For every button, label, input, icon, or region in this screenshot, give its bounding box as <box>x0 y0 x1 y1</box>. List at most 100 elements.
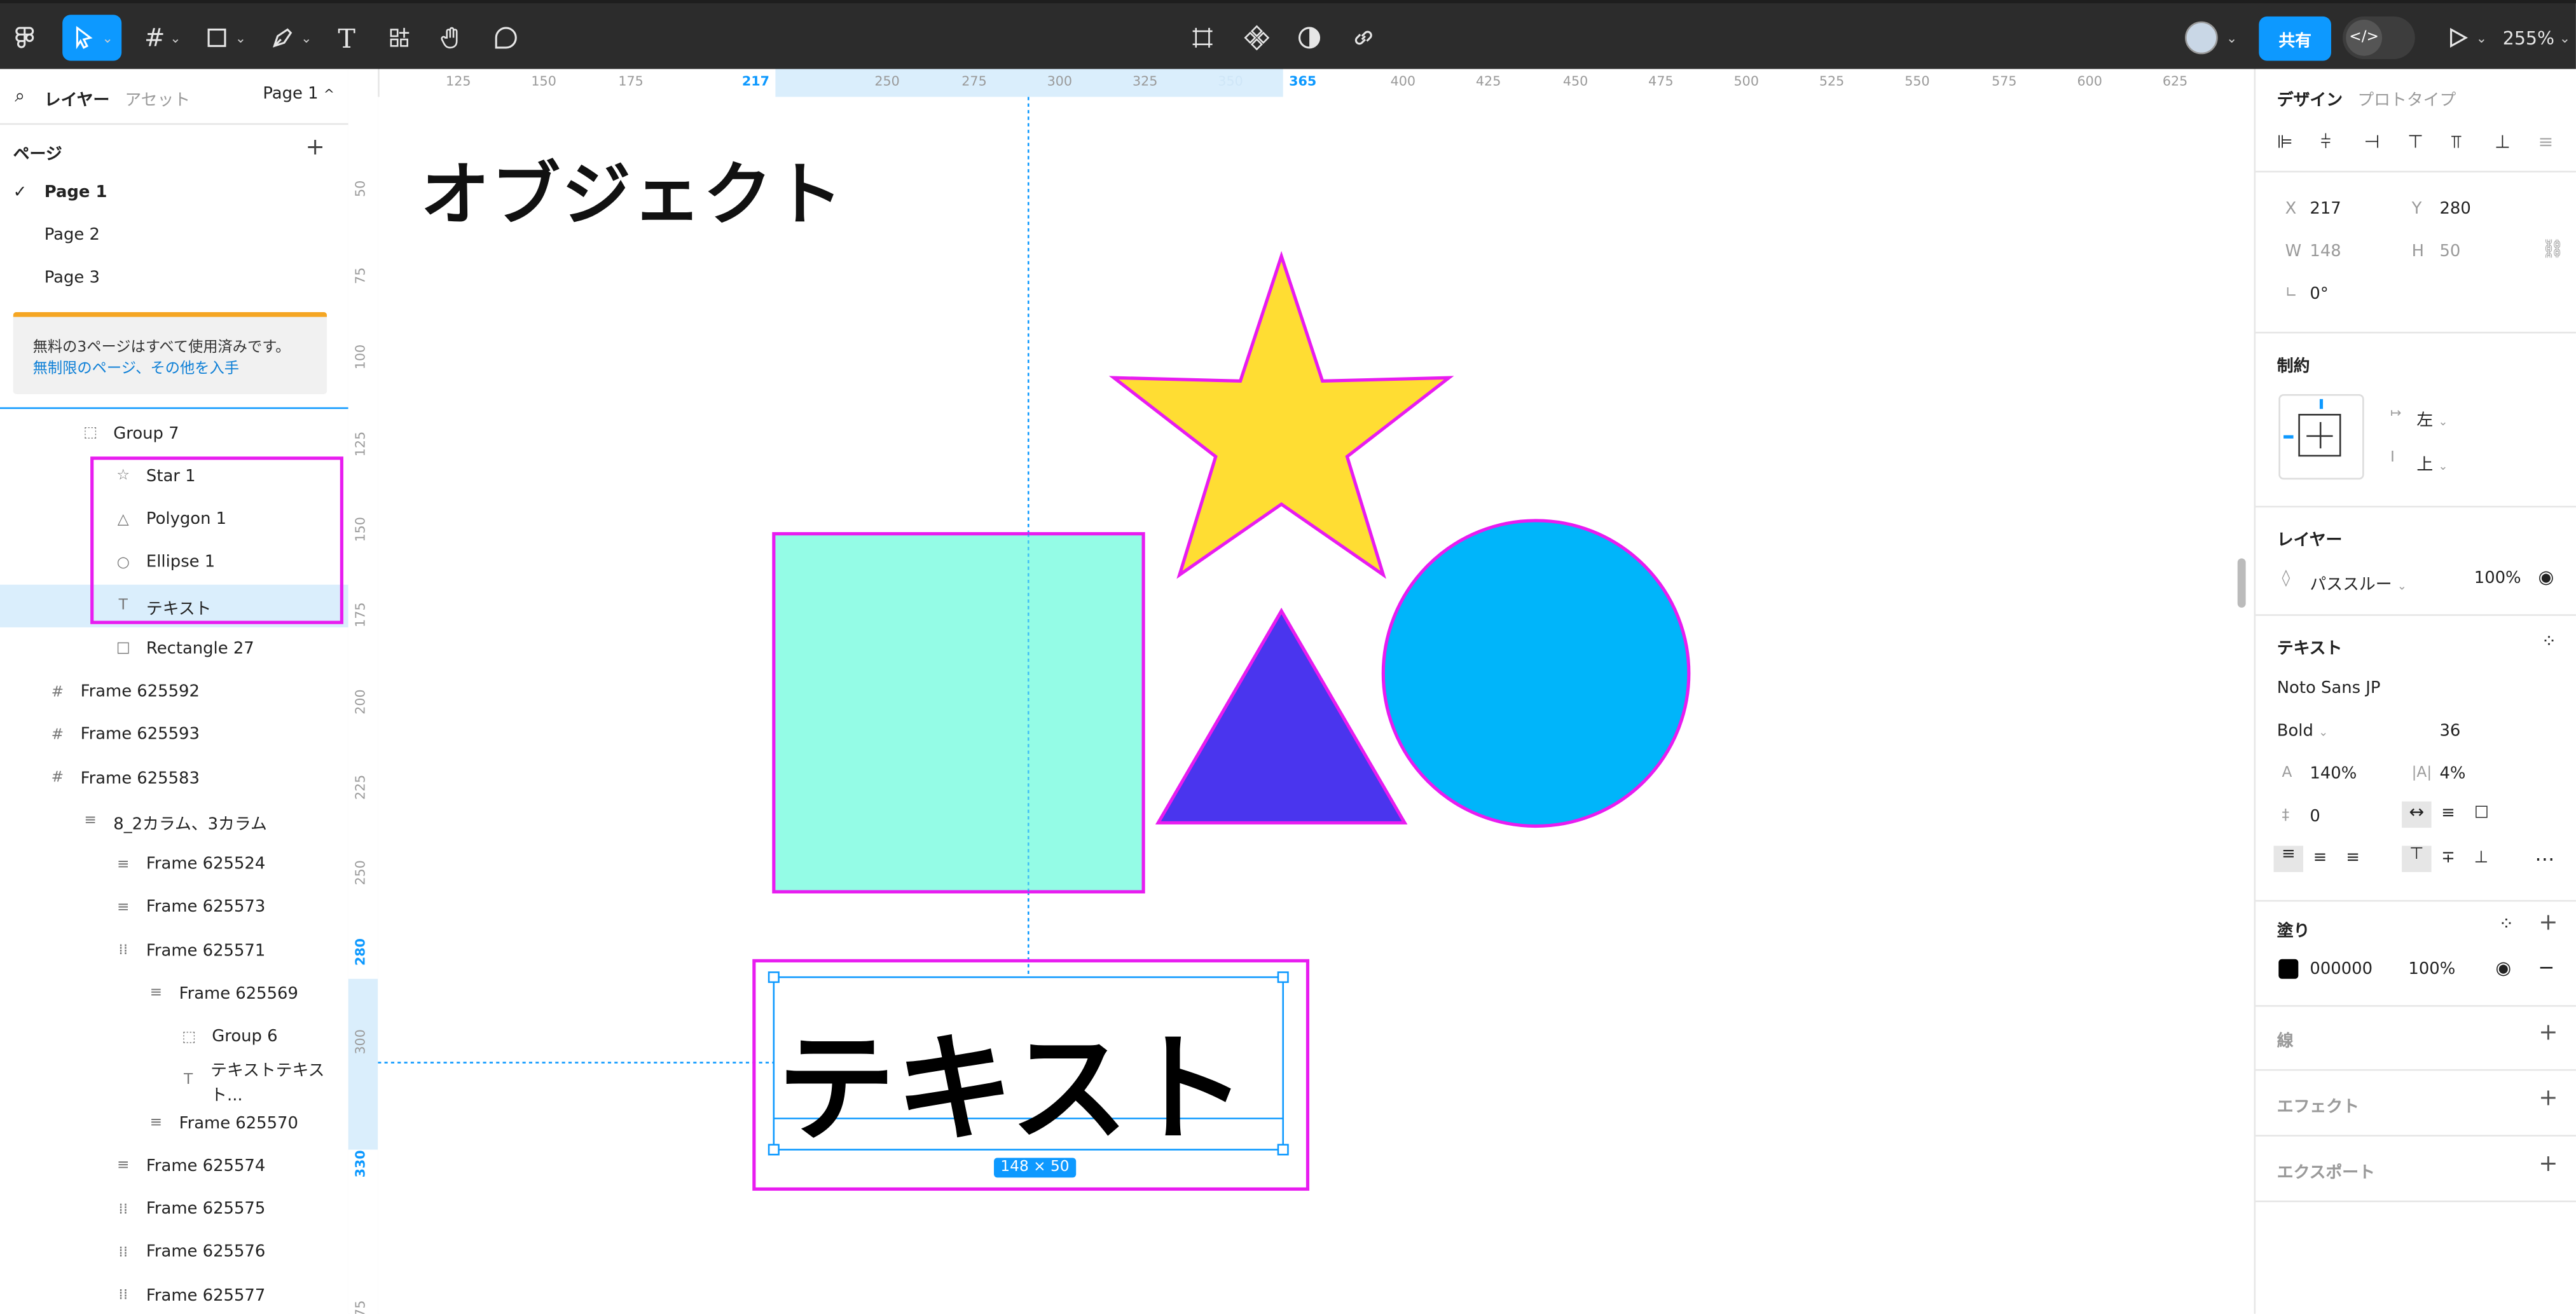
layer-row[interactable]: # Frame 625592 <box>0 671 348 713</box>
user-avatar[interactable] <box>2185 21 2218 55</box>
fill-opacity-input[interactable]: 100% <box>2408 961 2455 978</box>
layer-row[interactable]: ⁞⁞ Frame 625575 <box>0 1188 348 1231</box>
page-item[interactable]: Page 1 <box>45 184 107 202</box>
add-effect-icon[interactable]: + <box>2538 1086 2558 1112</box>
h-input[interactable]: 50 <box>2439 243 2460 261</box>
rotation-input[interactable]: 0° <box>2310 286 2328 304</box>
auto-width-icon[interactable]: ↔ <box>2402 801 2432 828</box>
share-button[interactable]: 共有 <box>2259 16 2331 61</box>
canvas-scrollbar[interactable] <box>2237 558 2246 608</box>
pen-tool-button[interactable]: ⌄ <box>266 15 316 60</box>
constraint-horizontal-select[interactable]: 左 ⌄ <box>2416 406 2448 430</box>
text-object[interactable]: テキスト <box>777 992 1246 1164</box>
frame-tool-button[interactable]: # ⌄ <box>138 15 188 60</box>
align-h-center-icon[interactable]: ⫩ <box>2320 132 2331 154</box>
main-menu-button[interactable] <box>3 15 46 60</box>
align-bottom-icon[interactable]: ⊥ <box>2474 849 2489 867</box>
tab-design[interactable]: デザイン <box>2277 85 2343 110</box>
align-left-icon[interactable]: ≡ <box>2273 845 2304 872</box>
auto-height-icon[interactable]: ≡ <box>2441 805 2455 823</box>
letter-spacing-input[interactable]: 4% <box>2439 765 2465 783</box>
layer-row[interactable]: ⁞⁞ Frame 625577 <box>0 1275 348 1314</box>
present-button[interactable]: ⌄ <box>2441 15 2491 60</box>
page-item[interactable]: Page 3 <box>45 270 100 287</box>
autolayout-icon: ≡ <box>84 813 97 830</box>
tab-prototype[interactable]: プロトタイプ <box>2357 85 2456 110</box>
font-size-input[interactable]: 36 <box>2439 723 2460 741</box>
page-selector[interactable]: Page 1 ^ <box>263 85 334 103</box>
fixed-size-icon[interactable]: ☐ <box>2474 805 2489 823</box>
cursor-icon <box>76 25 93 50</box>
layer-row[interactable]: ≡ Frame 625574 <box>0 1145 348 1187</box>
layer-row[interactable]: ≡ Frame 625570 <box>0 1102 348 1145</box>
add-page-icon[interactable]: + <box>306 135 325 161</box>
align-top-icon[interactable]: ⊤ <box>2402 845 2432 872</box>
fill-color-swatch[interactable] <box>2278 959 2299 979</box>
hand-tool-button[interactable] <box>434 15 470 60</box>
align-center-icon[interactable]: ≡ <box>2313 849 2327 867</box>
crop-button[interactable] <box>1185 15 1221 60</box>
page-item[interactable]: Page 2 <box>45 227 100 245</box>
link-button[interactable] <box>1346 15 1382 60</box>
add-stroke-icon[interactable]: + <box>2538 1020 2558 1046</box>
layer-row[interactable]: □ Rectangle 27 <box>0 628 348 671</box>
align-v-center-icon[interactable]: ⫪ <box>2451 132 2462 154</box>
eye-icon[interactable]: ◉ <box>2538 566 2554 588</box>
upgrade-link[interactable]: 無制限のページ、その他を入手 <box>33 357 239 378</box>
mask-button[interactable] <box>1291 15 1328 60</box>
add-export-icon[interactable]: + <box>2538 1151 2558 1177</box>
constraint-widget[interactable] <box>2278 394 2364 480</box>
layer-row[interactable]: ≡ Frame 625569 <box>0 973 348 1015</box>
line-height-input[interactable]: 140% <box>2310 765 2357 783</box>
layer-row[interactable]: ≡ 8_2カラム、3カラム <box>0 800 348 843</box>
move-tool-button[interactable]: ⌄ <box>62 15 122 61</box>
paragraph-spacing-input[interactable]: 0 <box>2310 808 2320 826</box>
shape-tool-button[interactable]: ⌄ <box>200 15 250 60</box>
constrain-proportions-icon[interactable]: ⛓ <box>2542 238 2565 260</box>
layer-row[interactable]: ⁞⁞ Frame 625576 <box>0 1231 348 1274</box>
add-fill-icon[interactable]: + <box>2538 910 2558 936</box>
size-badge: 148 × 50 <box>994 1158 1076 1178</box>
text-tool-button[interactable]: T <box>329 15 365 60</box>
layer-row[interactable]: ⬚ Group 7 <box>0 412 348 455</box>
layer-row[interactable]: ⬚ Group 6 <box>0 1016 348 1058</box>
component-button[interactable] <box>1239 15 1275 60</box>
layer-row[interactable]: ⁞⁞ Frame 625571 <box>0 929 348 972</box>
align-right-icon[interactable]: ≡ <box>2346 849 2360 867</box>
w-input[interactable]: 148 <box>2310 243 2341 261</box>
constraint-vertical-select[interactable]: 上 ⌄ <box>2416 450 2448 474</box>
avatar-chevron-icon[interactable]: ⌄ <box>2221 15 2238 60</box>
dev-mode-toggle[interactable]: </> <box>2343 16 2415 60</box>
autolayout-icon: ≡ <box>116 900 130 916</box>
layer-row[interactable]: # Frame 625593 <box>0 714 348 756</box>
blend-mode-select[interactable]: パススルー ⌄ <box>2310 570 2407 594</box>
text-styles-icon[interactable]: ⁘ <box>2542 631 2557 652</box>
resources-button[interactable] <box>381 15 417 60</box>
align-middle-icon[interactable]: ∓ <box>2441 849 2455 867</box>
layer-row[interactable]: ≡ Frame 625524 <box>0 844 348 886</box>
tab-layers[interactable]: レイヤー <box>45 85 110 110</box>
search-icon[interactable]: ⌕ <box>15 85 25 108</box>
align-left-icon[interactable]: ⊫ <box>2277 132 2293 153</box>
font-weight-select[interactable]: Bold ⌄ <box>2277 723 2329 741</box>
layer-row[interactable]: T テキストテキスト... <box>0 1059 348 1105</box>
layer-row[interactable]: ≡ Frame 625573 <box>0 886 348 929</box>
font-family-select[interactable]: Noto Sans JP <box>2277 680 2381 698</box>
layer-row[interactable]: # Frame 625583 <box>0 757 348 800</box>
distribute-icon[interactable]: ≡ <box>2538 132 2554 153</box>
zoom-menu[interactable]: 255% ⌄ <box>2500 15 2573 60</box>
remove-fill-icon[interactable]: − <box>2538 956 2555 979</box>
canvas[interactable]: オブジェクト テキスト 148 × 50 <box>378 97 2254 1314</box>
tab-assets[interactable]: アセット <box>125 85 190 110</box>
layer-opacity-input[interactable]: 100% <box>2474 570 2521 587</box>
align-bottom-icon[interactable]: ⊥ <box>2495 132 2511 153</box>
fill-eye-icon[interactable]: ◉ <box>2495 957 2511 979</box>
y-input[interactable]: 280 <box>2439 200 2470 218</box>
align-right-icon[interactable]: ⊣ <box>2364 132 2380 153</box>
more-options-icon[interactable]: ⋯ <box>2535 847 2554 870</box>
comment-tool-button[interactable] <box>488 15 524 60</box>
align-top-icon[interactable]: ⊤ <box>2407 132 2423 153</box>
fill-hex-input[interactable]: 000000 <box>2310 961 2373 978</box>
fill-styles-icon[interactable]: ⁘ <box>2499 913 2514 934</box>
x-input[interactable]: 217 <box>2310 200 2341 218</box>
